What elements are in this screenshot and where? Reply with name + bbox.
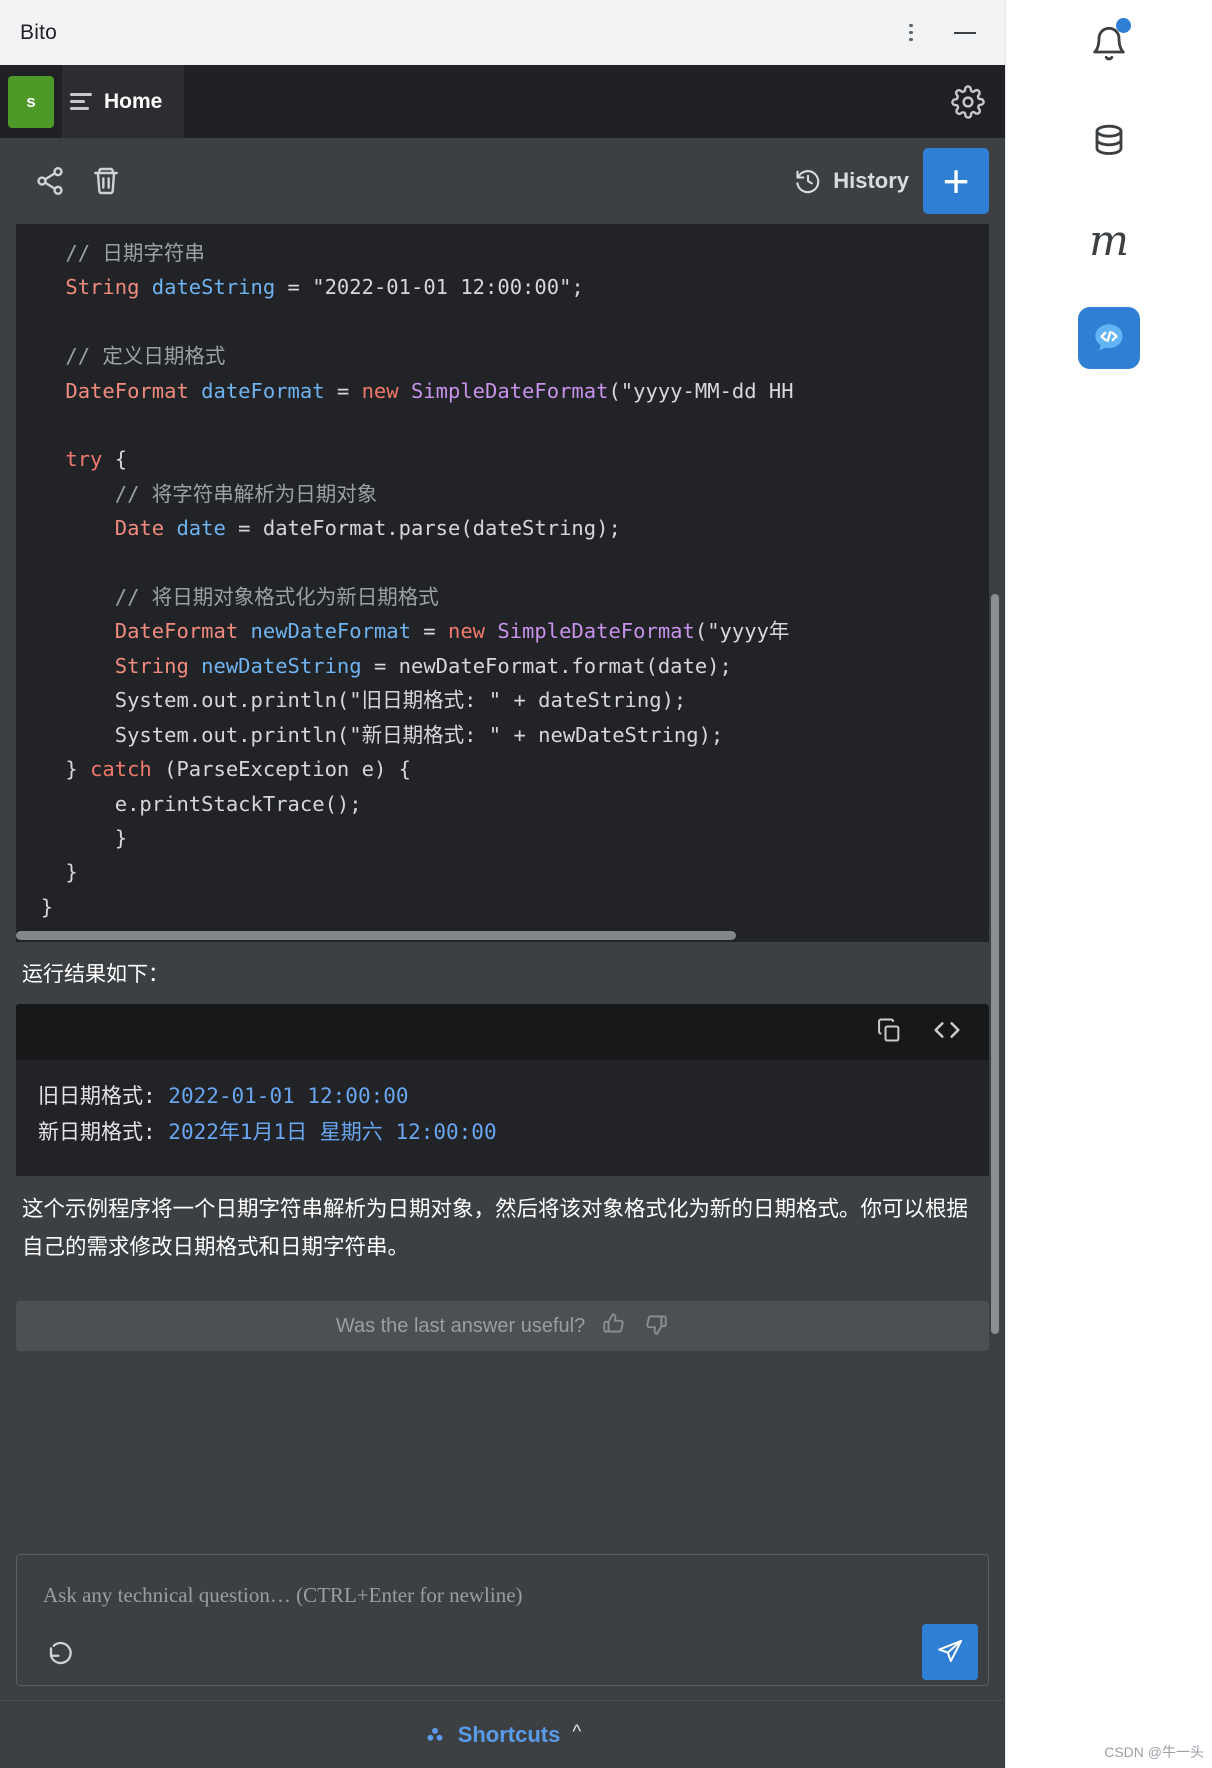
bito-chat-icon <box>1095 324 1123 351</box>
thumbs-up-button[interactable] <box>601 1311 627 1342</box>
output-line: 新日期格式: 2022年1月1日 星期六 12:00:00 <box>38 1114 989 1150</box>
share-button[interactable] <box>22 153 78 209</box>
avatar-container[interactable]: s <box>0 65 62 138</box>
output-line-label: 旧日期格式: <box>38 1084 169 1109</box>
chat-toolbar: History + <box>0 138 1005 224</box>
copy-icon <box>878 1018 900 1042</box>
undo-arrow-icon <box>49 1641 72 1665</box>
menu-lines-icon <box>70 93 92 110</box>
composer <box>16 1554 989 1686</box>
notification-badge <box>1116 18 1131 33</box>
shortcuts-label: Shortcuts <box>457 1721 561 1747</box>
rail-item-bito-chat[interactable] <box>1073 302 1145 374</box>
thumbs-up-icon <box>603 1312 624 1333</box>
new-chat-button[interactable]: + <box>923 148 989 214</box>
view-code-button[interactable] <box>931 1014 963 1051</box>
letter-m-icon: m <box>1089 215 1129 265</box>
gear-icon <box>951 84 985 119</box>
thumbs-down-button[interactable] <box>643 1311 669 1342</box>
code-scrollbar-thumb[interactable] <box>16 931 737 941</box>
rail-item-notifications[interactable] <box>1073 8 1145 80</box>
window-title-bar: Bito <box>0 0 1005 65</box>
rail-item-database[interactable] <box>1073 106 1145 178</box>
watermark: CSDN @牛一头 <box>1104 1744 1204 1760</box>
feedback-question: Was the last answer useful? <box>335 1314 586 1337</box>
output-block: 旧日期格式: 2022-01-01 12:00:00 新日期格式: 2022年1月… <box>16 1004 989 1177</box>
avatar: s <box>8 75 54 128</box>
code-horizontal-scrollbar[interactable] <box>16 930 989 943</box>
database-icon <box>1095 124 1123 155</box>
code-block: // 日期字符串 String dateString = "2022-01-01… <box>16 224 989 931</box>
bito-chat-active-bg <box>1078 307 1140 369</box>
feedback-bar: Was the last answer useful? <box>16 1301 989 1352</box>
chevron-up-icon: ^ <box>572 1721 582 1743</box>
output-content: 旧日期格式: 2022-01-01 12:00:00 新日期格式: 2022年1月… <box>16 1060 989 1177</box>
tab-bar-spacer <box>184 65 931 138</box>
kebab-menu-icon <box>909 23 913 42</box>
output-line-label: 新日期格式: <box>38 1120 169 1145</box>
run-result-label: 运行结果如下： <box>22 963 169 987</box>
rail-item-m[interactable]: m <box>1073 204 1145 276</box>
plus-icon: + <box>942 155 970 207</box>
history-label: History <box>833 168 909 193</box>
app-root: Bito s Home History + // 日期字符串 String da… <box>0 0 1212 1768</box>
question-input[interactable] <box>17 1555 988 1619</box>
copy-button[interactable] <box>875 1016 903 1049</box>
send-button[interactable] <box>922 1624 978 1680</box>
output-line-value: 2022年1月1日 星期六 12:00:00 <box>168 1120 497 1145</box>
delete-button[interactable] <box>78 153 134 209</box>
tab-bar: s Home <box>0 65 1005 138</box>
thumbs-down-icon <box>646 1315 667 1335</box>
undo-button[interactable] <box>39 1630 83 1674</box>
minimize-button[interactable] <box>943 13 987 53</box>
conversation-scroll-area[interactable]: // 日期字符串 String dateString = "2022-01-01… <box>0 224 1005 1460</box>
trash-icon <box>94 167 118 195</box>
activity-rail: m CSDN @牛一头 <box>1005 0 1212 1768</box>
output-line: 旧日期格式: 2022-01-01 12:00:00 <box>38 1078 989 1114</box>
answer-explanation: 这个示例程序将一个日期字符串解析为日期对象，然后将该对象格式化为新的日期格式。你… <box>22 1197 969 1260</box>
conversation-scrollbar-thumb[interactable] <box>991 594 999 1334</box>
tab-home[interactable]: Home <box>62 65 185 138</box>
shortcuts-bar[interactable]: Shortcuts ^ <box>0 1700 1005 1768</box>
clock-rewind-icon <box>796 170 820 194</box>
shortcuts-blocks-icon <box>427 1727 443 1741</box>
output-block-toolbar <box>16 1004 989 1060</box>
settings-button[interactable] <box>931 65 1005 138</box>
history-button[interactable]: History <box>794 167 923 195</box>
share-icon <box>37 167 63 195</box>
output-line-value: 2022-01-01 12:00:00 <box>168 1084 409 1109</box>
app-title: Bito <box>20 20 57 44</box>
code-brackets-icon <box>934 1021 960 1038</box>
window-controls <box>889 13 987 53</box>
tab-home-label: Home <box>104 89 163 113</box>
send-paper-plane-icon <box>938 1639 963 1663</box>
minimize-icon <box>954 31 976 34</box>
code-content: // 日期字符串 String dateString = "2022-01-01… <box>40 241 794 919</box>
composer-actions <box>17 1619 988 1685</box>
kebab-menu-button[interactable] <box>889 13 933 53</box>
bito-panel: Bito s Home History + // 日期字符串 String da… <box>0 0 1005 1768</box>
